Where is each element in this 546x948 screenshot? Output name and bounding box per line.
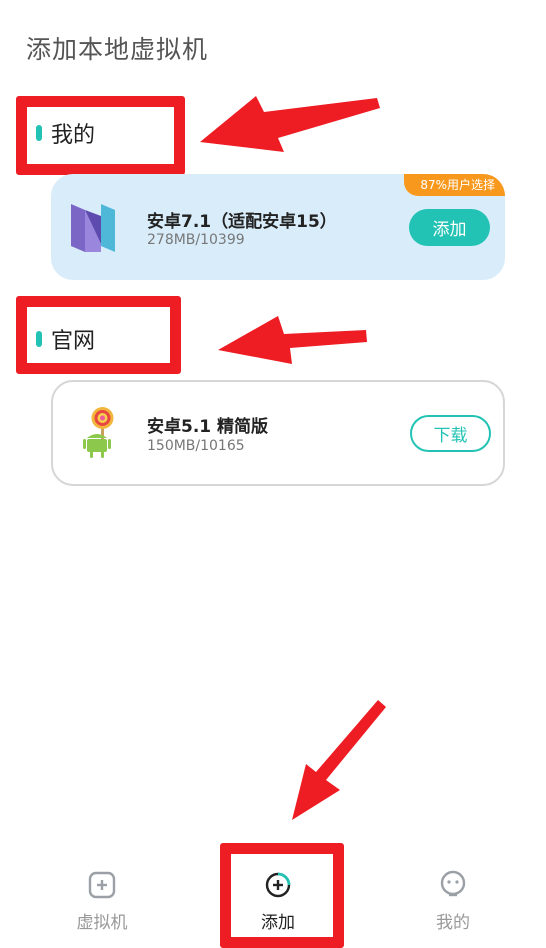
vm-size: 278MB/10399	[147, 232, 245, 248]
tab-label: 虚拟机	[76, 913, 128, 933]
tab-label: 我的	[436, 913, 470, 933]
annotation-highlight-box	[16, 96, 185, 175]
download-button[interactable]: 下载	[410, 415, 491, 452]
vm-card-mine[interactable]: 87%用户选择 安卓7.1（适配安卓15） 278MB/10399 添加	[51, 174, 505, 280]
annotation-highlight-box	[220, 843, 344, 948]
vm-card-official[interactable]: 安卓5.1 精简版 150MB/10165 下载	[51, 380, 505, 486]
page-title: 添加本地虚拟机	[26, 35, 209, 64]
android-lollipop-icon	[83, 407, 114, 458]
annotation-arrow	[200, 96, 380, 152]
profile-face-icon	[440, 870, 466, 897]
badge-popular: 87%用户选择	[404, 174, 505, 196]
annotation-arrow	[292, 700, 386, 820]
android-nougat-logo-icon	[71, 204, 115, 252]
annotation-highlight-box	[16, 296, 181, 374]
add-button[interactable]: 添加	[409, 209, 490, 246]
vm-name: 安卓5.1 精简版	[147, 417, 269, 437]
tab-vm[interactable]: 虚拟机	[42, 848, 162, 948]
vm-size: 150MB/10165	[147, 438, 245, 454]
vm-box-icon	[88, 871, 116, 899]
vm-name: 安卓7.1（适配安卓15）	[147, 212, 337, 232]
annotation-arrow	[218, 316, 367, 364]
tab-mine[interactable]: 我的	[393, 848, 513, 948]
